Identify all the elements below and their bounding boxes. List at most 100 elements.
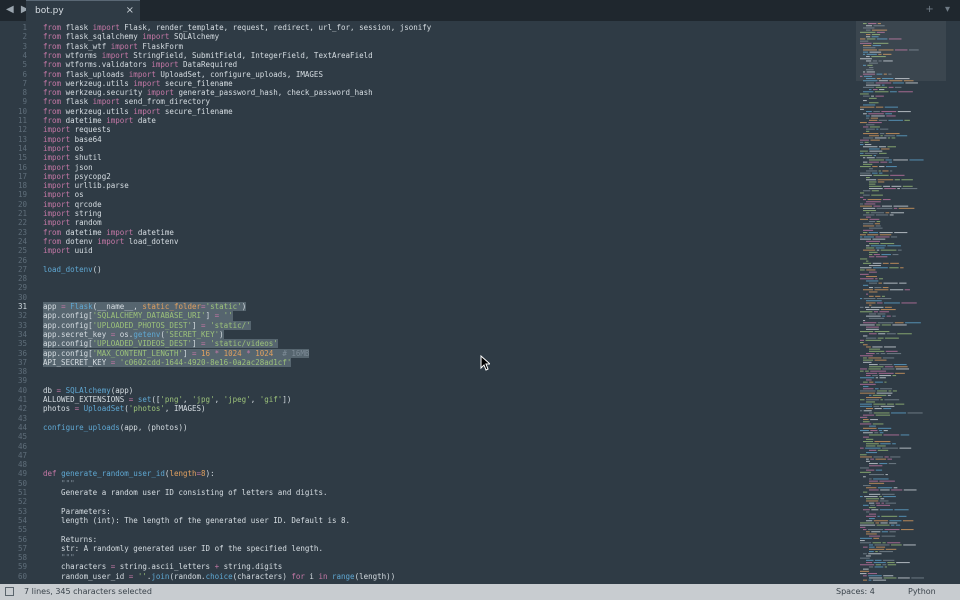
minimap-line [870,504,875,506]
code-line[interactable]: Returns: [43,535,97,544]
minimap-line [876,207,893,209]
code-line[interactable]: from wtforms import StringField, SubmitF… [43,51,373,60]
code-line[interactable]: app.secret_key = os.getenv('SECRET_KEY') [43,330,224,339]
code-line[interactable]: random_user_id = ''.join(random.choice(c… [43,572,395,581]
code-line[interactable]: import psycopg2 [43,172,111,181]
minimap-line [885,350,898,352]
syntax-language[interactable]: Python [908,587,936,596]
code-line[interactable]: from flask_wtf import FlaskForm [43,42,183,51]
code-line[interactable]: app.config['MAX_CONTENT_LENGTH'] = 16 * … [43,349,309,358]
code-line[interactable]: str: A randomly generated user ID of the… [43,544,323,553]
line-number: 28 [17,274,27,284]
minimap-line [883,496,896,498]
code-line[interactable]: import requests [43,125,111,134]
code-line[interactable]: import os [43,144,84,153]
code-line[interactable]: from wtforms.validators import DataRequi… [43,60,237,69]
code-line[interactable]: import uuid [43,246,93,255]
code-line[interactable]: characters = string.ascii_letters + stri… [43,562,282,571]
code-line[interactable]: from flask_sqlalchemy import SQLAlchemy [43,32,219,41]
minimap-line [869,474,884,476]
minimap-line [869,535,881,537]
minimap-line [876,221,881,223]
code-token: from [43,32,62,42]
minimap-line [892,315,896,317]
code-line[interactable]: from datetime import date [43,116,156,125]
minimap-line [891,524,895,526]
minimap-line [860,273,869,275]
code-line[interactable]: """ [43,553,75,562]
code-line[interactable]: API_SECRET_KEY = 'c0602cdd-1644-4920-8e1… [43,358,291,367]
scrollbar[interactable] [948,21,960,584]
code-line[interactable]: import random [43,218,102,227]
minimap-line [871,190,879,192]
code-line[interactable]: configure_uploads(app, (photos)) [43,423,188,432]
minimap-line [863,436,869,438]
code-line[interactable]: def generate_random_user_id(length=8): [43,469,215,478]
code-line[interactable]: """ [43,479,75,488]
code-line[interactable]: photos = UploadSet('photos', IMAGES) [43,404,206,413]
panel-toggle-icon[interactable] [5,587,14,596]
code-line[interactable]: from datetime import datetime [43,228,174,237]
minimap-line [876,353,880,355]
code-line[interactable]: Parameters: [43,507,111,516]
code-token: import [110,41,138,51]
tab-bot-py[interactable]: bot.py × [26,0,140,21]
minimap-line [892,254,899,256]
minimap-line [866,460,870,462]
line-number: 37 [17,357,27,367]
close-icon[interactable]: × [126,5,134,16]
code-line[interactable]: from werkzeug.security import generate_p… [43,88,373,97]
code-line[interactable]: from werkzeug.utils import secure_filena… [43,79,233,88]
code-line[interactable]: ALLOWED_EXTENSIONS = set(['png', 'jpg', … [43,395,291,404]
minimap-line [881,493,895,495]
minimap-line [871,95,874,97]
code-line[interactable]: app = Flask(__name__, static_folder='sta… [43,302,246,311]
code-line[interactable]: app.config['SQLALCHEMY_DATABASE_URI'] = … [43,311,233,320]
line-number: 24 [17,236,27,246]
code-line[interactable]: from flask import send_from_directory [43,97,210,106]
code-token: FlaskForm [137,41,183,51]
minimap-line [877,313,886,315]
code-line[interactable]: app.config['UPLOADED_PHOTOS_DEST'] = 'st… [43,321,251,330]
minimap-line [870,117,879,119]
minimap[interactable] [856,21,946,584]
code-token: UploadSet [83,404,125,414]
minimap-line [866,438,874,440]
code-line[interactable]: app.config['UPLOADED_VIDEOS_DEST'] = 'st… [43,339,278,348]
minimap-line [886,115,896,117]
code-line[interactable]: from flask import Flask, render_template… [43,23,431,32]
minimap-line [883,575,894,577]
minimap-line [860,447,864,449]
code-line[interactable]: Generate a random user ID consisting of … [43,488,327,497]
code-line[interactable]: import json [43,163,93,172]
code-token: import [106,116,134,125]
minimap-line [863,441,873,443]
minimap-viewport[interactable] [856,21,946,81]
minimap-line [860,390,876,392]
code-line[interactable]: from werkzeug.utils import secure_filena… [43,107,233,116]
tab-menu-icon[interactable]: + ▾ [925,4,954,15]
minimap-line [884,106,899,108]
code-area[interactable]: from flask import Flask, render_template… [43,21,853,584]
code-line[interactable]: import qrcode [43,200,102,209]
minimap-line [860,238,871,240]
code-line[interactable]: from flask_uploads import UploadSet, con… [43,70,323,79]
minimap-line [860,150,868,152]
code-editor[interactable]: 1 2 3 4 5 6 7 8 9 10 11 12 13 14 15 16 17 18 19 20 21 22 23 24 2… [0,21,960,584]
code-line[interactable]: db = SQLAlchemy(app) [43,386,133,395]
minimap-line [860,166,871,168]
minimap-line [869,291,878,293]
code-line[interactable]: from dotenv import load_dotenv [43,237,178,246]
indentation-setting[interactable]: Spaces: 4 [836,587,875,596]
code-line[interactable]: length (int): The length of the generate… [43,516,350,525]
minimap-line [874,381,883,383]
code-line[interactable]: import string [43,209,102,218]
code-line[interactable]: import base64 [43,135,102,144]
code-line[interactable]: import urllib.parse [43,181,129,190]
code-line[interactable]: load_dotenv() [43,265,102,274]
code-token: requests [70,125,111,135]
code-line[interactable]: import shutil [43,153,102,162]
minimap-line [876,157,889,159]
code-line[interactable]: import os [43,190,84,199]
code-token: 'jpg' [192,395,215,404]
